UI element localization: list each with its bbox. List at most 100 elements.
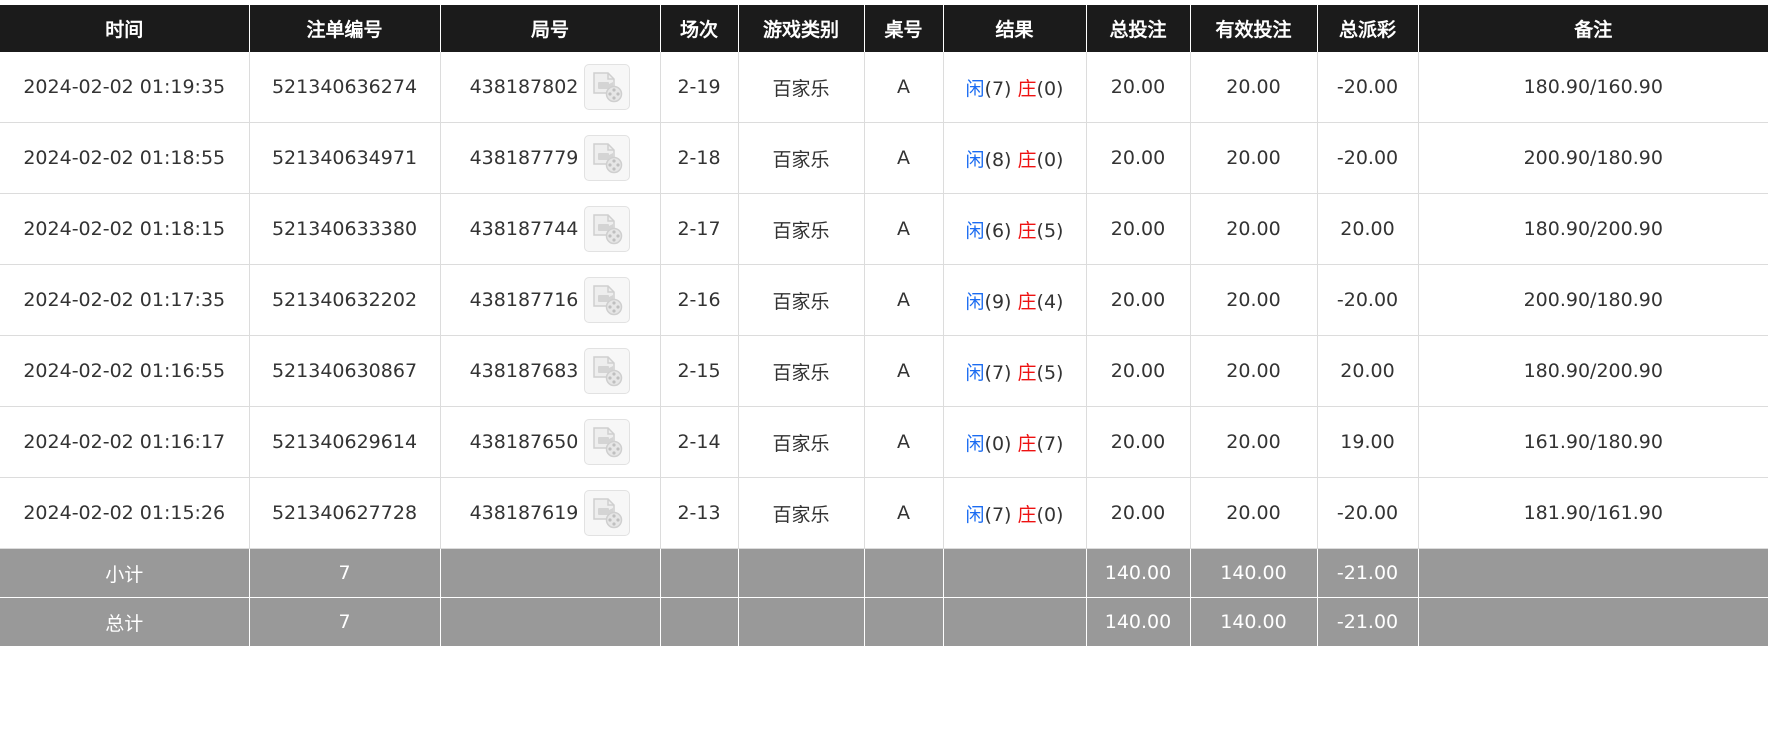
grand-total-total-payout: -21.00 — [1316, 597, 1418, 647]
cell-table-no: A — [863, 52, 943, 123]
subtotal-empty — [659, 548, 738, 598]
header-total-payout: 总派彩 — [1316, 5, 1418, 52]
cell-round-no: 438187716 — [439, 264, 660, 336]
replay-button[interactable] — [584, 135, 631, 181]
cell-valid-bet: 20.00 — [1189, 52, 1317, 123]
replay-button[interactable] — [584, 348, 631, 394]
grand-total-count: 7 — [248, 597, 440, 647]
cell-round-no: 438187802 — [439, 52, 660, 123]
cell-round-no: 438187779 — [439, 122, 660, 194]
cell-time: 2024-02-02 01:18:15 — [0, 193, 249, 265]
cell-order-no: 521340636274 — [248, 52, 440, 123]
cell-session: 2-13 — [659, 477, 738, 549]
cell-total-payout: -20.00 — [1316, 264, 1418, 336]
header-result: 结果 — [942, 5, 1086, 52]
banker-score: (7) — [1036, 432, 1064, 455]
grand-total-empty — [737, 597, 864, 647]
cell-total-payout: 19.00 — [1316, 406, 1418, 478]
cell-remark: 180.90/200.90 — [1417, 193, 1768, 265]
header-order-no: 注单编号 — [248, 5, 440, 52]
cell-order-no: 521340632202 — [248, 264, 440, 336]
banker-label: 庄 — [1017, 77, 1037, 100]
cell-table-no: A — [863, 335, 943, 407]
banker-label: 庄 — [1017, 432, 1037, 455]
cell-valid-bet: 20.00 — [1189, 335, 1317, 407]
banker-score: (0) — [1036, 148, 1064, 171]
cell-valid-bet: 20.00 — [1189, 264, 1317, 336]
cell-total-bet: 20.00 — [1085, 264, 1190, 336]
grand-total-empty — [439, 597, 660, 647]
subtotal-empty — [439, 548, 660, 598]
cell-session: 2-14 — [659, 406, 738, 478]
header-total-bet: 总投注 — [1085, 5, 1190, 52]
table-row: 2024-02-02 01:17:35 521340632202 4381877… — [0, 264, 1768, 336]
banker-score: (4) — [1036, 290, 1064, 313]
grand-total-empty — [659, 597, 738, 647]
player-label: 闲 — [965, 432, 985, 455]
cell-result: 闲(7) 庄(0) — [942, 52, 1086, 123]
video-replay-icon — [593, 72, 623, 103]
cell-result: 闲(6) 庄(5) — [942, 193, 1086, 265]
player-score: (7) — [984, 361, 1012, 384]
banker-score: (5) — [1036, 219, 1064, 242]
cell-result: 闲(8) 庄(0) — [942, 122, 1086, 194]
header-time: 时间 — [0, 5, 249, 52]
cell-remark: 180.90/160.90 — [1417, 52, 1768, 123]
cell-result: 闲(9) 庄(4) — [942, 264, 1086, 336]
header-table-no: 桌号 — [863, 5, 943, 52]
banker-score: (0) — [1036, 503, 1064, 526]
cell-game-type: 百家乐 — [737, 477, 864, 549]
grand-total-row: 总计 7 140.00 140.00 -21.00 — [0, 597, 1768, 647]
player-score: (7) — [984, 503, 1012, 526]
video-replay-icon — [593, 143, 623, 174]
cell-session: 2-17 — [659, 193, 738, 265]
table-body: 2024-02-02 01:19:35 521340636274 4381878… — [0, 52, 1768, 549]
cell-total-bet: 20.00 — [1085, 122, 1190, 194]
cell-total-bet: 20.00 — [1085, 335, 1190, 407]
header-round-no: 局号 — [439, 5, 660, 52]
banker-score: (5) — [1036, 361, 1064, 384]
table-row: 2024-02-02 01:19:35 521340636274 4381878… — [0, 52, 1768, 123]
cell-order-no: 521340634971 — [248, 122, 440, 194]
cell-time: 2024-02-02 01:16:55 — [0, 335, 249, 407]
table-header-row: 时间 注单编号 局号 场次 游戏类别 桌号 结果 总投注 有效投注 总派彩 备注 — [0, 5, 1768, 52]
video-replay-icon — [593, 214, 623, 245]
replay-button[interactable] — [584, 419, 631, 465]
header-game-type: 游戏类别 — [737, 5, 864, 52]
grand-total-empty — [1417, 597, 1768, 647]
bet-records-table: 时间 注单编号 局号 场次 游戏类别 桌号 结果 总投注 有效投注 总派彩 备注… — [0, 5, 1768, 647]
cell-total-payout: 20.00 — [1316, 335, 1418, 407]
subtotal-row: 小计 7 140.00 140.00 -21.00 — [0, 548, 1768, 598]
subtotal-total-bet: 140.00 — [1085, 548, 1190, 598]
banker-label: 庄 — [1017, 219, 1037, 242]
video-replay-icon — [593, 285, 623, 316]
cell-remark: 200.90/180.90 — [1417, 122, 1768, 194]
round-number: 438187716 — [469, 289, 579, 311]
table-row: 2024-02-02 01:18:15 521340633380 4381877… — [0, 193, 1768, 265]
round-number: 438187744 — [469, 218, 579, 240]
round-number: 438187650 — [469, 431, 579, 453]
replay-button[interactable] — [584, 277, 631, 323]
subtotal-empty — [863, 548, 943, 598]
banker-label: 庄 — [1017, 148, 1037, 171]
cell-round-no: 438187744 — [439, 193, 660, 265]
cell-time: 2024-02-02 01:17:35 — [0, 264, 249, 336]
cell-time: 2024-02-02 01:16:17 — [0, 406, 249, 478]
cell-table-no: A — [863, 193, 943, 265]
table-row: 2024-02-02 01:15:26 521340627728 4381876… — [0, 477, 1768, 549]
cell-valid-bet: 20.00 — [1189, 193, 1317, 265]
video-replay-icon — [593, 498, 623, 529]
replay-button[interactable] — [584, 206, 631, 252]
player-label: 闲 — [965, 503, 985, 526]
subtotal-count: 7 — [248, 548, 440, 598]
round-number: 438187619 — [469, 502, 579, 524]
banker-label: 庄 — [1017, 361, 1037, 384]
table-summary: 小计 7 140.00 140.00 -21.00 总计 7 140.00 14… — [0, 548, 1768, 647]
replay-button[interactable] — [584, 490, 631, 536]
cell-total-payout: -20.00 — [1316, 122, 1418, 194]
grand-total-total-bet: 140.00 — [1085, 597, 1190, 647]
replay-button[interactable] — [584, 64, 631, 110]
cell-remark: 200.90/180.90 — [1417, 264, 1768, 336]
cell-valid-bet: 20.00 — [1189, 477, 1317, 549]
grand-total-label: 总计 — [0, 597, 249, 647]
